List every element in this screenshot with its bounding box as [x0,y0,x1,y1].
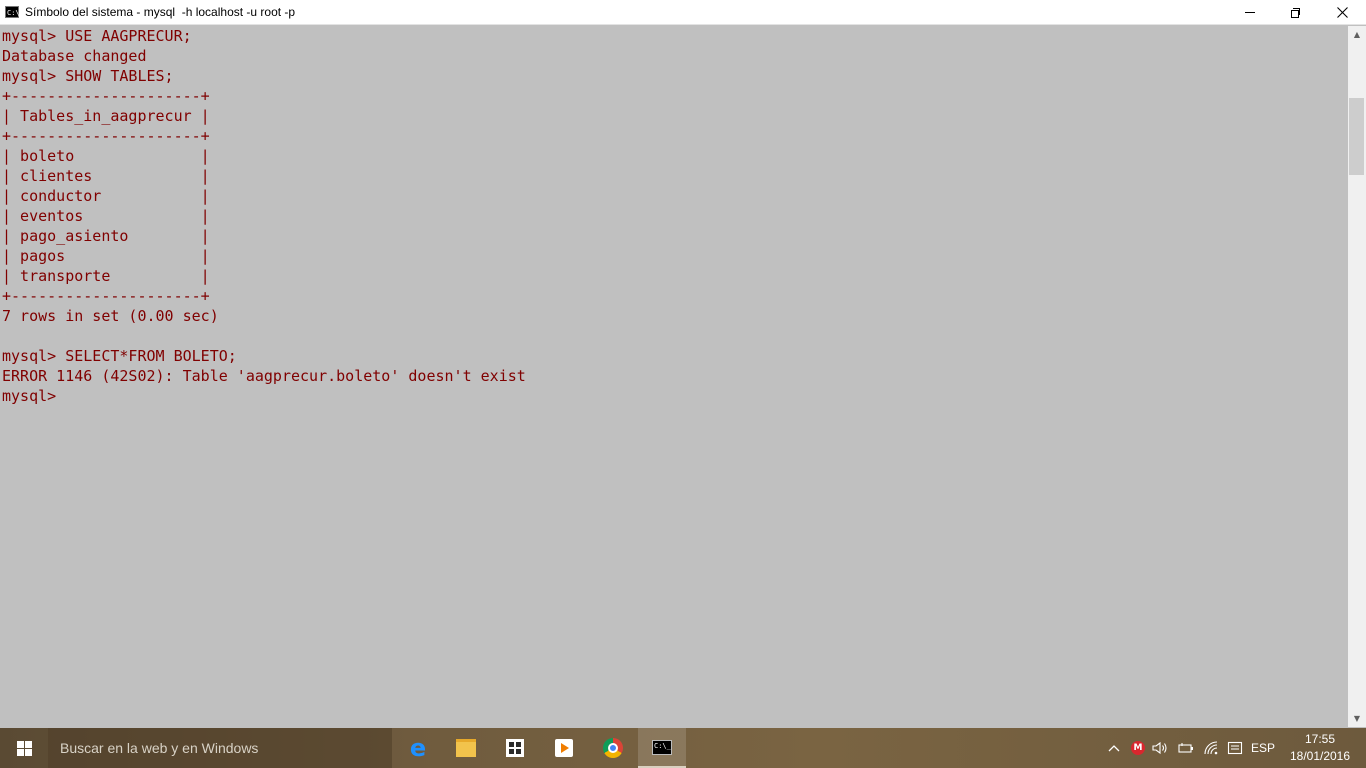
mega-icon: M [1131,741,1145,755]
console-line: mysql> SHOW TABLES; [2,67,174,85]
windows-logo-icon [16,740,32,756]
taskbar-edge[interactable]: e [394,728,442,768]
console-line: | clientes | [2,167,210,185]
minimize-icon [1245,12,1255,13]
taskbar-cmd[interactable]: C:\_ [638,728,686,768]
console-line: 7 rows in set (0.00 sec) [2,307,219,325]
restore-icon [1291,7,1301,18]
console-output[interactable]: mysql> USE AAGPRECUR; Database changed mys… [0,26,1348,727]
tray-mega[interactable]: M [1129,728,1147,768]
console-line: +---------------------+ [2,287,210,305]
console-line: mysql> USE AAGPRECUR; [2,27,192,45]
console-line: Database changed [2,47,147,65]
file-explorer-icon [456,739,476,757]
taskbar-store[interactable] [491,728,539,768]
volume-icon [1152,741,1167,755]
title-bar: C:\ Símbolo del sistema - mysql -h local… [0,0,1366,25]
notifications-icon [1227,741,1243,755]
chevron-up-icon [1108,745,1120,752]
tray-notifications[interactable] [1225,728,1245,768]
restore-button[interactable] [1273,0,1319,25]
minimize-button[interactable] [1227,0,1273,25]
tray-volume[interactable] [1151,728,1169,768]
scroll-up-arrow-icon[interactable]: ▲ [1348,26,1366,43]
console-line: | eventos | [2,207,210,225]
store-icon [506,739,524,757]
start-button[interactable] [0,728,48,768]
wifi-icon [1204,741,1218,755]
console-line: | pagos | [2,247,210,265]
close-button[interactable] [1319,0,1365,25]
taskbar-media-player[interactable] [540,728,588,768]
vertical-scrollbar[interactable]: ▲ ▼ [1348,26,1366,727]
scrollbar-thumb[interactable] [1349,98,1364,175]
console-line: | Tables_in_aagprecur | [2,107,210,125]
search-placeholder: Buscar en la web y en Windows [60,740,259,756]
console-line: ERROR 1146 (42S02): Table 'aagprecur.bol… [2,367,526,385]
close-icon [1336,7,1348,18]
media-player-icon [555,739,573,757]
battery-icon [1178,743,1193,753]
tray-wifi[interactable] [1201,728,1221,768]
console-text: mysql> USE AAGPRECUR; Database changed mys… [0,26,1348,406]
taskbar-chrome[interactable] [589,728,637,768]
console-line: mysql> [2,387,57,405]
console-line: +---------------------+ [2,87,210,105]
taskbar: Buscar en la web y en Windows e C:\_ M E… [0,728,1366,768]
chrome-icon [603,738,623,758]
cmd-icon: C:\_ [652,739,672,755]
edge-icon: e [409,734,427,762]
scroll-down-arrow-icon[interactable]: ▼ [1348,710,1366,727]
clock-time: 17:55 [1304,732,1336,746]
window-title: Símbolo del sistema - mysql -h localhost… [25,5,296,19]
cmd-icon: C:\ [5,6,20,18]
console-line: | pago_asiento | [2,227,210,245]
console-line: | conductor | [2,187,210,205]
console-line: mysql> SELECT*FROM BOLETO; [2,347,237,365]
console-line: | boleto | [2,147,210,165]
language-indicator[interactable]: ESP [1250,728,1276,768]
tray-battery[interactable] [1176,728,1196,768]
clock-date: 18/01/2016 [1289,749,1351,763]
console-line: +---------------------+ [2,127,210,145]
show-hidden-icons-button[interactable] [1105,728,1123,768]
search-box[interactable]: Buscar en la web y en Windows [48,728,392,768]
console-line: | transporte | [2,267,210,285]
clock[interactable]: 17:55 18/01/2016 [1282,728,1358,768]
taskbar-file-explorer[interactable] [442,728,490,768]
wallpaper-watermark [700,728,1120,768]
